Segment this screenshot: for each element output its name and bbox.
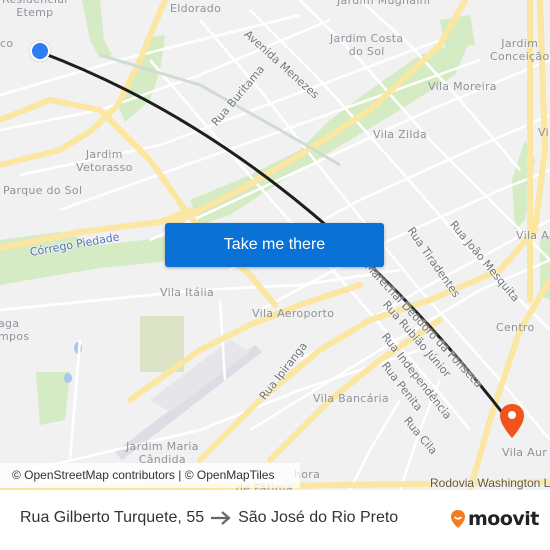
label-vila-moreira: Vila Moreira xyxy=(428,80,497,93)
label-residencial-etemp: Residencial Etemp xyxy=(2,0,67,19)
label-fragment-vi: Vi xyxy=(538,126,549,139)
label-jardim-costa-do-sol: Jardim Costa do Sol xyxy=(330,32,404,58)
moovit-pin-icon xyxy=(451,510,465,528)
label-jardim-mugnaini: Jardim Mugnaini xyxy=(337,0,431,7)
label-vila-zilda: Vila Zilda xyxy=(373,128,428,141)
footer: Rua Gilberto Turquete, 55 São José do Ri… xyxy=(0,490,550,550)
map-attribution[interactable]: © OpenStreetMap contributors | © OpenMap… xyxy=(0,463,300,488)
label-fragment-vila-a: Vila A xyxy=(516,229,549,242)
origin-text: Rua Gilberto Turquete, 55 xyxy=(20,509,205,526)
arrow-right-icon xyxy=(211,511,231,525)
label-vila-bancaria: Vila Bancária xyxy=(313,392,389,405)
label-parque-do-sol: Parque do Sol xyxy=(3,184,83,197)
label-fragment-co: co xyxy=(0,37,14,50)
label-jardim-conceicao: Jardim Conceição xyxy=(490,37,550,63)
label-vila-aurora: Vila Aur xyxy=(502,446,548,459)
destination-text: São José do Rio Preto xyxy=(238,509,399,526)
take-me-there-button[interactable]: Take me there xyxy=(165,223,384,267)
label-eldorado: Eldorado xyxy=(170,2,222,15)
label-vila-aeroporto: Vila Aeroporto xyxy=(252,307,335,320)
label-vila-italia: Vila Itália xyxy=(160,286,215,299)
label-fragment-aga: aga mpos xyxy=(0,317,30,343)
moovit-logo[interactable]: moovit xyxy=(450,508,539,530)
map[interactable]: Residencial Etemp Eldorado Jardim Mugnai… xyxy=(0,0,550,490)
label-centro: Centro xyxy=(496,321,535,334)
label-jardim-vetorasso: Jardim Vetorasso xyxy=(76,148,133,174)
moovit-wordmark: moovit xyxy=(468,508,539,530)
street-rodovia-washington: Rodovia Washington L xyxy=(430,476,550,490)
trip-summary: Rua Gilberto Turquete, 55 São José do Ri… xyxy=(20,509,398,527)
destination-pin-icon[interactable] xyxy=(499,403,525,439)
origin-marker[interactable] xyxy=(30,41,50,61)
